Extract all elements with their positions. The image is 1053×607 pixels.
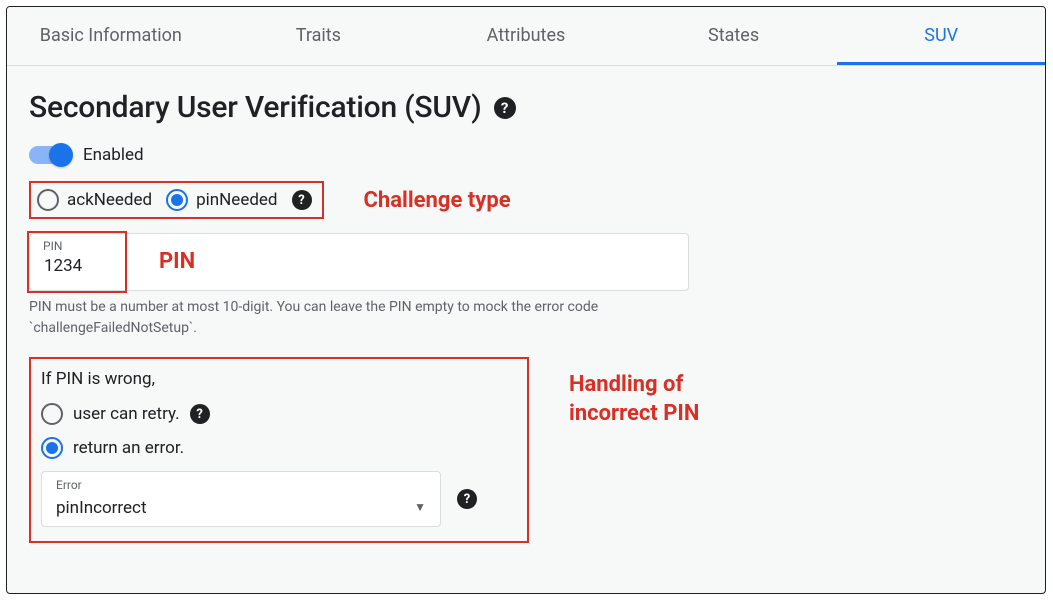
- radio-label: user can retry.: [73, 404, 180, 424]
- annotation-pin: PIN: [159, 249, 195, 274]
- radio-pin-needed[interactable]: pinNeeded: [166, 189, 277, 211]
- help-icon[interactable]: ?: [190, 404, 210, 424]
- error-select-label: Error: [56, 478, 82, 492]
- wrong-pin-section: If PIN is wrong, user can retry. ? retur…: [29, 357, 529, 543]
- pin-field-value: 1234: [44, 256, 82, 276]
- radio-label: pinNeeded: [196, 190, 277, 210]
- challenge-type-group: ackNeeded pinNeeded ?: [29, 181, 324, 219]
- pin-hint-text: PIN must be a number at most 10-digit. Y…: [29, 297, 689, 339]
- annotation-line: incorrect PIN: [569, 400, 699, 429]
- pin-field-label: PIN: [43, 239, 62, 253]
- help-icon[interactable]: ?: [292, 190, 312, 210]
- enabled-toggle[interactable]: [29, 146, 71, 164]
- radio-icon: [41, 437, 63, 459]
- error-select-value: pinIncorrect: [56, 498, 147, 518]
- pin-input[interactable]: PIN 1234: [29, 233, 689, 291]
- radio-user-can-retry[interactable]: user can retry. ?: [41, 403, 513, 425]
- help-icon[interactable]: ?: [457, 489, 477, 509]
- radio-label: ackNeeded: [67, 190, 152, 210]
- radio-icon: [37, 189, 59, 211]
- error-select[interactable]: Error pinIncorrect ▼: [41, 471, 441, 527]
- chevron-down-icon: ▼: [414, 500, 426, 514]
- radio-icon: [41, 403, 63, 425]
- annotation-challenge-type: Challenge type: [364, 188, 511, 213]
- tabs: Basic Information Traits Attributes Stat…: [7, 7, 1045, 66]
- radio-icon: [166, 189, 188, 211]
- radio-return-error[interactable]: return an error.: [41, 437, 513, 459]
- radio-ack-needed[interactable]: ackNeeded: [37, 189, 152, 211]
- wrong-pin-heading: If PIN is wrong,: [41, 369, 513, 389]
- help-icon[interactable]: ?: [494, 97, 516, 119]
- radio-label: return an error.: [73, 438, 184, 458]
- annotation-incorrect-pin: Handling of incorrect PIN: [569, 371, 699, 428]
- tab-attributes[interactable]: Attributes: [422, 7, 630, 65]
- tab-basic-information[interactable]: Basic Information: [7, 7, 215, 65]
- annotation-line: Handling of: [569, 371, 699, 400]
- tab-suv[interactable]: SUV: [837, 7, 1045, 65]
- page-title: Secondary User Verification (SUV): [29, 90, 482, 125]
- tab-traits[interactable]: Traits: [215, 7, 423, 65]
- toggle-label: Enabled: [83, 145, 144, 165]
- tab-states[interactable]: States: [630, 7, 838, 65]
